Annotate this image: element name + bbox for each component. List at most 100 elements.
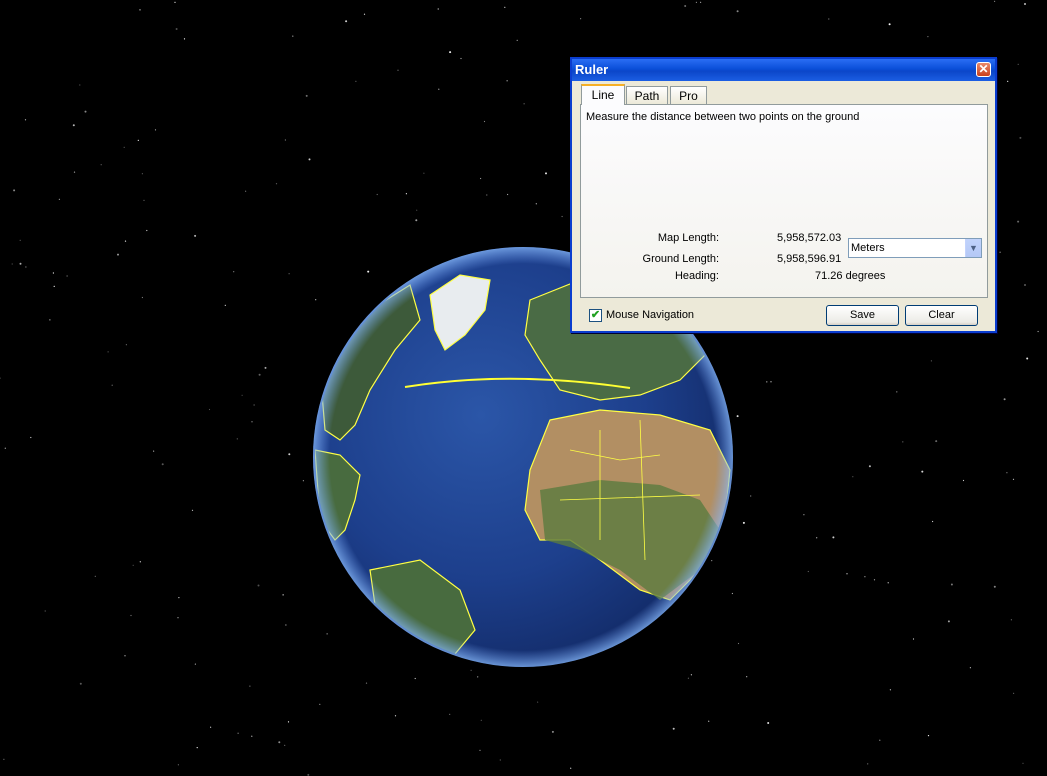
star xyxy=(236,438,238,440)
star xyxy=(117,253,119,256)
tab-line[interactable]: Line xyxy=(581,84,625,105)
star xyxy=(154,129,157,131)
star xyxy=(72,124,75,127)
tab-path[interactable]: Path xyxy=(626,86,668,104)
unit-select[interactable]: Meters ▼ xyxy=(848,238,982,258)
star xyxy=(932,520,934,523)
star xyxy=(146,229,148,232)
star xyxy=(672,727,675,730)
star xyxy=(305,94,308,97)
star xyxy=(570,767,572,769)
star xyxy=(1007,80,1009,82)
star xyxy=(178,597,180,599)
map-length-value: 5,958,572.03 xyxy=(777,232,842,244)
star xyxy=(284,744,286,747)
star xyxy=(416,209,418,211)
star xyxy=(175,28,178,30)
star xyxy=(251,421,253,423)
star xyxy=(993,585,996,588)
star xyxy=(132,564,134,566)
star xyxy=(535,203,537,205)
star xyxy=(1037,330,1039,333)
ruler-titlebar[interactable]: Ruler ✕ xyxy=(572,59,995,81)
star xyxy=(251,735,253,737)
star xyxy=(807,570,809,573)
star xyxy=(438,88,440,90)
star xyxy=(124,240,127,242)
star xyxy=(139,9,141,11)
clear-button[interactable]: Clear xyxy=(905,305,978,326)
star xyxy=(449,713,451,716)
star xyxy=(852,476,854,478)
star xyxy=(49,319,51,321)
star xyxy=(888,23,891,26)
star xyxy=(516,39,518,42)
star xyxy=(437,8,439,10)
star xyxy=(486,194,488,196)
checkmark-icon: ✔ xyxy=(590,309,601,321)
mouse-navigation-label: Mouse Navigation xyxy=(606,309,695,321)
star xyxy=(935,440,938,443)
ruler-line-panel: Measure the distance between two points … xyxy=(580,104,988,298)
star xyxy=(174,1,176,3)
close-button[interactable]: ✕ xyxy=(976,62,991,77)
star xyxy=(355,80,357,82)
star xyxy=(53,285,55,287)
star xyxy=(460,57,462,60)
star xyxy=(141,296,143,299)
star xyxy=(79,682,82,685)
star xyxy=(245,190,247,192)
star xyxy=(107,351,109,353)
star xyxy=(139,561,141,563)
star xyxy=(868,465,871,468)
star xyxy=(921,470,924,473)
star xyxy=(828,18,830,20)
star xyxy=(537,701,539,703)
star xyxy=(867,763,869,765)
star xyxy=(999,251,1001,253)
star xyxy=(278,741,281,744)
star xyxy=(84,110,87,113)
star xyxy=(125,344,127,346)
star xyxy=(44,610,46,612)
star xyxy=(480,719,482,721)
star xyxy=(196,747,198,749)
star xyxy=(1010,619,1013,621)
star xyxy=(177,764,179,766)
close-icon: ✕ xyxy=(978,62,989,76)
star xyxy=(25,266,27,268)
star xyxy=(479,749,481,752)
star xyxy=(1017,63,1019,65)
star xyxy=(100,164,102,166)
ruler-dialog: Ruler ✕ Line Path Pro Measure the distan… xyxy=(570,57,997,333)
star xyxy=(950,583,953,586)
star xyxy=(79,84,81,86)
star xyxy=(264,366,267,369)
mouse-navigation-checkbox[interactable]: ✔ xyxy=(589,309,602,322)
star xyxy=(130,614,132,617)
save-button[interactable]: Save xyxy=(826,305,899,326)
star xyxy=(864,576,866,578)
star xyxy=(580,18,582,20)
star xyxy=(483,120,486,123)
star xyxy=(287,721,290,723)
star xyxy=(376,193,378,196)
star xyxy=(499,759,501,761)
ground-length-value: 5,958,596.91 xyxy=(777,253,842,265)
star xyxy=(111,384,113,386)
star xyxy=(750,495,752,497)
star xyxy=(308,158,311,161)
star xyxy=(766,381,768,383)
star xyxy=(561,215,563,218)
star xyxy=(11,263,13,265)
star xyxy=(1026,357,1029,360)
star xyxy=(695,1,698,3)
chevron-down-icon[interactable]: ▼ xyxy=(965,239,981,257)
star xyxy=(994,0,996,2)
star xyxy=(394,715,397,717)
star xyxy=(846,573,848,575)
star xyxy=(363,13,366,15)
tab-pro[interactable]: Pro xyxy=(670,86,707,104)
ruler-title: Ruler xyxy=(575,62,609,77)
tab-line-label: Line xyxy=(591,88,615,102)
